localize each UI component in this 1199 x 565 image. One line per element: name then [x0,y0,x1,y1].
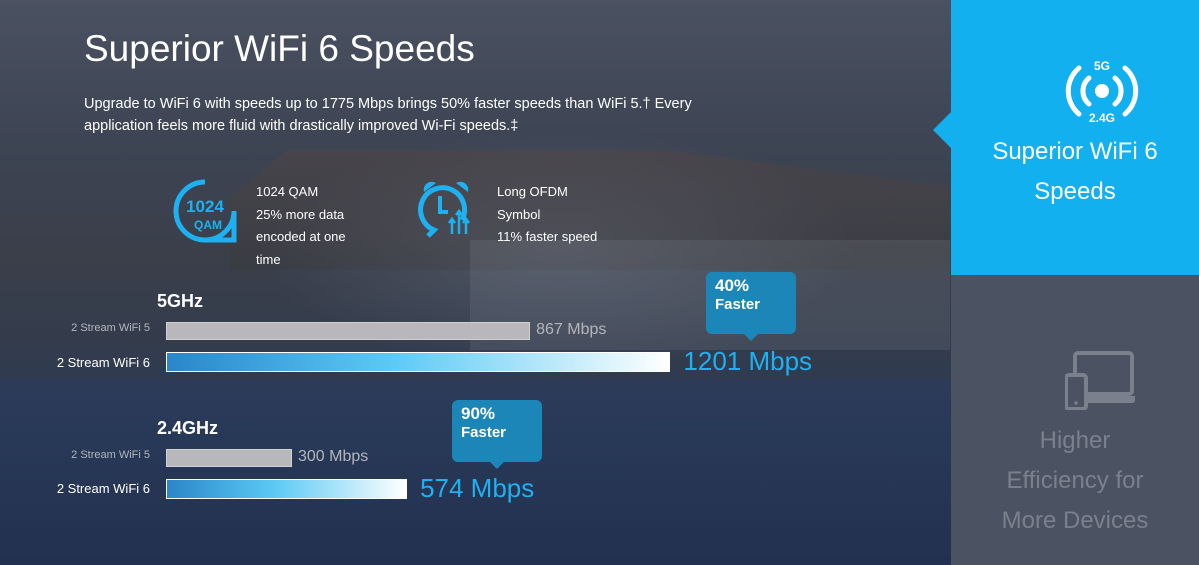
description: Upgrade to WiFi 6 with speeds up to 1775… [84,96,692,134]
wifi5-value-5ghz: 867 Mbps [536,321,607,338]
wifi6-value-2-4ghz: 574 Mbps [420,473,535,503]
wifi-dual-band-icon: 5G 2.4G [1065,59,1139,125]
wifi6-label: 2 Stream WiFi 6 [56,355,150,370]
svg-text:1024: 1024 [186,197,224,216]
callout-text: Faster [715,296,761,313]
wifi6-value-5ghz: 1201 Mbps [683,346,813,376]
wifi6-label: 2 Stream WiFi 6 [56,481,150,496]
sidebar-label: Superior WiFi 6 Speeds [951,132,1199,212]
band-label-5ghz: 5GHz [157,291,204,311]
sidebar-label-line: Efficiency for [1006,467,1144,494]
devices-icon [1065,351,1135,410]
feature-title: 1024 QAM [256,184,319,199]
sidebar-label-line: More Devices [1001,507,1149,534]
callout-text: Faster [461,424,507,441]
sidebar-item-superior-speeds[interactable]: 5G 2.4G Superior WiFi 6 Speeds [951,0,1199,275]
feature-1024-qam: 1024 QAM 25% more data encoded at one ti… [256,181,346,271]
svg-text:QAM: QAM [194,218,222,232]
svg-text:2.4G: 2.4G [1089,111,1115,125]
feature-line: 11% faster speed [497,229,598,244]
wifi5-bar-2-4ghz [166,449,292,467]
callout-2-4ghz: 90% Faster [452,400,542,469]
feature-title: Long OFDM [497,184,568,199]
sidebar-item-higher-efficiency[interactable]: Higher Efficiency for More Devices [951,275,1199,565]
band-label-2-4ghz: 2.4GHz [157,418,219,438]
hero-section: Superior WiFi 6 Speeds Upgrade to WiFi 6… [0,0,951,565]
page-title: Superior WiFi 6 Speeds [84,28,475,69]
svg-text:5G: 5G [1094,59,1110,73]
sidebar-label-line: Higher [1039,427,1111,454]
feature-line: 25% more data [256,206,345,222]
wifi5-value-2-4ghz: 300 Mbps [298,448,369,465]
1024-qam-icon: 1024 QAM [173,179,237,243]
feature-long-ofdm: Long OFDM Symbol 11% faster speed [497,181,597,249]
alarm-clock-speed-icon [418,181,470,238]
wifi5-label: 2 Stream WiFi 5 [71,322,150,334]
sidebar-label: Higher Efficiency for More Devices [951,421,1199,541]
wifi6-bar-5ghz [166,352,671,372]
wifi6-bar-2-4ghz [166,479,408,499]
sidebar-label-line: Speeds [1034,178,1116,205]
sidebar-label-line: Superior WiFi 6 [992,138,1158,165]
callout-percent: 90% [461,404,496,423]
wifi5-label: 2 Stream WiFi 5 [71,449,150,461]
active-pointer [933,112,951,148]
feature-line: encoded at one [256,229,346,244]
feature-title: Symbol [497,206,541,222]
feature-line: time [256,251,281,267]
wifi5-bar-5ghz [166,322,531,340]
callout-5ghz: 40% Faster [706,272,796,341]
callout-percent: 40% [715,276,750,295]
